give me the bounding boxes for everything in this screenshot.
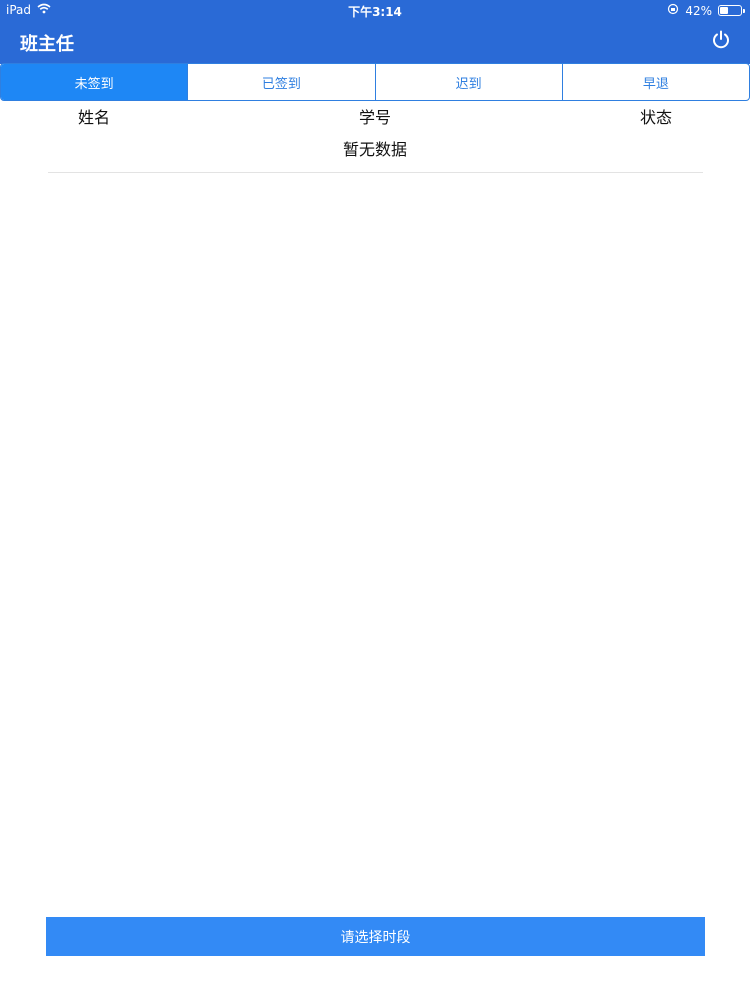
status-time: 下午3:14 [348,5,402,19]
tab-not-signed[interactable]: 未签到 [1,64,188,100]
column-header-student-id: 学号 [359,108,392,127]
column-header-name: 姓名 [78,108,111,127]
select-period-button[interactable]: 请选择时段 [46,917,705,956]
orientation-lock-icon [667,3,679,18]
battery-percent: 42% [685,3,712,18]
tab-early-leave[interactable]: 早退 [561,64,749,100]
tab-late[interactable]: 迟到 [374,64,562,100]
tab-signed[interactable]: 已签到 [187,64,374,100]
table-divider [48,172,703,173]
battery-icon [718,5,745,16]
power-icon [711,30,731,54]
empty-state-text: 暂无数据 [342,140,407,159]
power-button[interactable] [708,29,734,55]
nav-bar: 班主任 [0,20,750,64]
app-screen: iPad 下午3:14 42% 班主任 未签到 已签到 迟到 早退 姓名 学号 … [0,0,750,1000]
page-title: 班主任 [20,34,74,55]
battery-fill [720,7,728,14]
status-bar: iPad 下午3:14 42% [0,0,750,20]
column-header-status: 状态 [640,108,673,127]
attendance-tabs: 未签到 已签到 迟到 早退 [0,63,750,101]
status-right: 42% [667,3,745,18]
table-header: 姓名 学号 状态 [0,104,750,130]
